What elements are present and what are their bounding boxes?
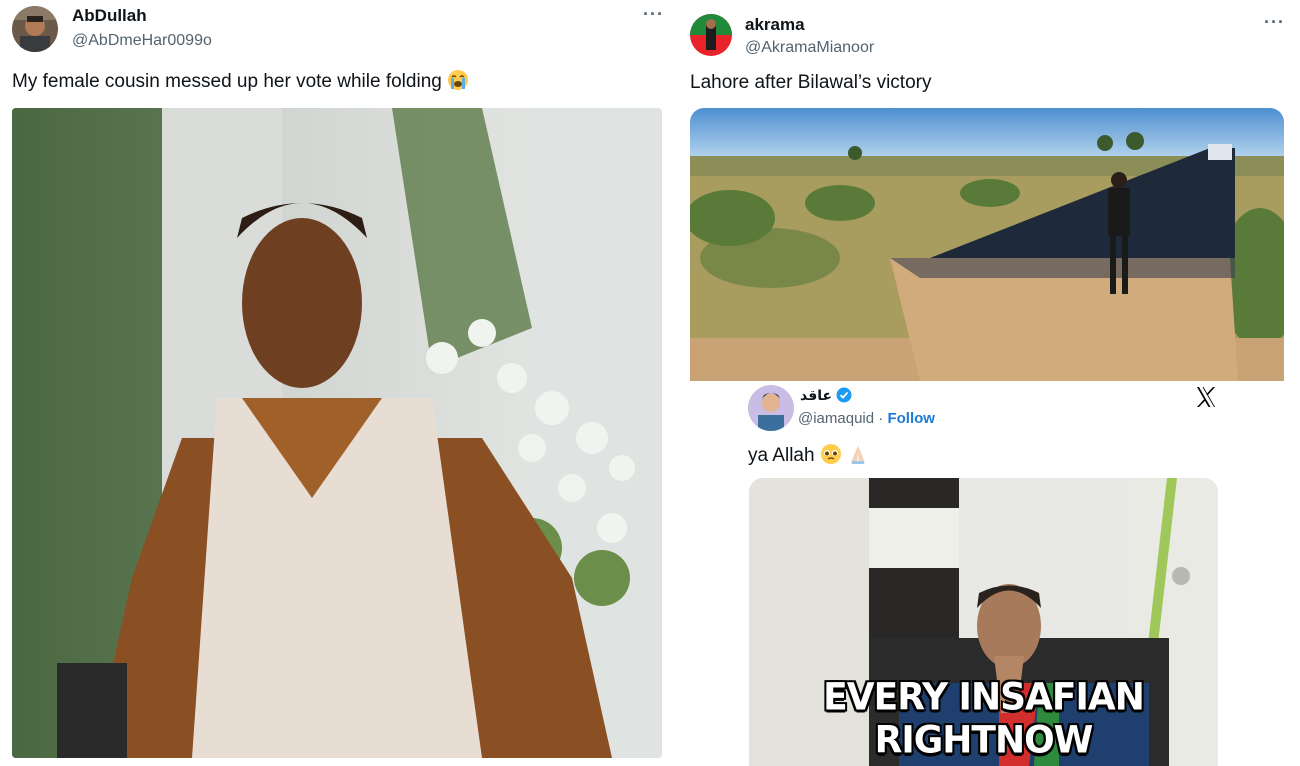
loudly-crying-face-icon: [447, 69, 469, 91]
left-tweet-text: My female cousin messed up her vote whil…: [12, 71, 442, 92]
right-author-avatar[interactable]: [690, 14, 732, 56]
x-logo-icon[interactable]: [1194, 385, 1218, 409]
quoted-author-handle[interactable]: @iamaquid: [798, 410, 874, 427]
quoted-author-name-row: عاقد: [800, 387, 852, 406]
right-tweet-road-image[interactable]: [690, 108, 1284, 381]
left-author-name[interactable]: AbDullah: [72, 6, 212, 26]
left-tweet: AbDullah @AbDmeHar0099o ··· My female co…: [0, 0, 672, 766]
follow-button[interactable]: Follow: [887, 410, 935, 427]
left-author-avatar[interactable]: [12, 6, 58, 52]
right-tweet-text: Lahore after Bilawal’s victory: [690, 72, 932, 93]
right-more-options-icon[interactable]: ···: [1264, 12, 1285, 33]
right-author-name[interactable]: akrama: [745, 15, 874, 35]
pleading-face-icon: [820, 443, 842, 465]
quoted-tweet[interactable]: عاقد @iamaquid · Follow ya Allah EVERY I…: [690, 381, 1284, 766]
verified-badge-icon: [836, 387, 852, 406]
quoted-author-name[interactable]: عاقد: [800, 387, 832, 403]
quoted-tweet-text: ya Allah: [748, 445, 815, 466]
right-author-handle[interactable]: @AkramaMianoor: [745, 39, 874, 57]
left-more-options-icon[interactable]: ···: [643, 4, 664, 25]
separator-dot: ·: [874, 410, 888, 427]
quoted-handle-row: @iamaquid · Follow: [798, 410, 935, 427]
meme-caption: EVERY INSAFIAN RIGHTNOW: [823, 675, 1145, 763]
folded-hands-icon: [847, 443, 869, 465]
quoted-author-avatar[interactable]: [748, 385, 794, 431]
quoted-tweet-text-row: ya Allah: [748, 443, 869, 467]
quoted-tweet-image[interactable]: EVERY INSAFIAN RIGHTNOW: [749, 478, 1218, 766]
left-tweet-text-row: My female cousin messed up her vote whil…: [12, 69, 469, 93]
left-tweet-video[interactable]: [12, 108, 662, 758]
left-author-handle[interactable]: @AbDmeHar0099o: [72, 32, 212, 50]
